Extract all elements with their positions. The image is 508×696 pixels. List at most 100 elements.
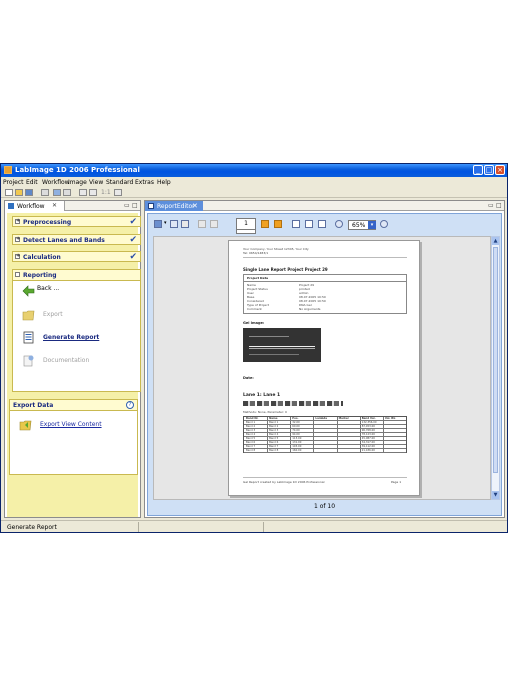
- page-view-icon[interactable]: [292, 220, 300, 228]
- minimize-view-icon[interactable]: ▭: [488, 202, 494, 209]
- gel-image-label: Gel Image:: [243, 321, 265, 325]
- image-icon[interactable]: [63, 189, 71, 196]
- maximize-button[interactable]: □: [484, 165, 494, 175]
- minimize-button[interactable]: _: [473, 165, 483, 175]
- table-cell: Band 4: [269, 433, 279, 436]
- menu-project[interactable]: Project: [3, 179, 24, 186]
- zoom-out-icon[interactable]: [335, 220, 343, 228]
- menu-bar: Project Edit Workflow Image View Standar…: [1, 177, 507, 187]
- close-tab-icon[interactable]: ✕: [192, 202, 198, 210]
- prev-page-icon[interactable]: [210, 220, 218, 228]
- menu-extras[interactable]: Extras: [135, 179, 154, 186]
- close-button[interactable]: ×: [495, 165, 505, 175]
- vertical-scrollbar[interactable]: ▲ ▼: [491, 236, 500, 500]
- undo-icon[interactable]: [79, 189, 87, 196]
- table-cell: 32.00: [292, 421, 300, 424]
- menu-view[interactable]: View: [89, 179, 103, 186]
- new-icon[interactable]: [5, 189, 13, 196]
- step-calculation[interactable]: + Calculation ✔: [12, 251, 141, 262]
- save-icon[interactable]: [154, 220, 162, 228]
- menu-edit[interactable]: Edit: [26, 179, 38, 186]
- step-detect-lanes[interactable]: + Detect Lanes and Bands ✔: [12, 234, 141, 245]
- check-icon[interactable]: [53, 189, 61, 196]
- menu-workflow[interactable]: Workflow: [42, 179, 70, 186]
- print-icon[interactable]: [41, 189, 49, 196]
- step-preprocessing[interactable]: + Preprocessing ✔: [12, 216, 141, 227]
- table-cell: Band 5: [246, 437, 256, 440]
- table-row: Band 8 Band 8 160.00 21,436.00: [244, 449, 406, 453]
- print-icon[interactable]: [170, 220, 178, 228]
- menu-image[interactable]: Image: [68, 179, 87, 186]
- app-icon: [4, 166, 12, 174]
- zoom-dropdown-icon[interactable]: ▾: [368, 221, 376, 229]
- zoom-one-to-one[interactable]: 1:1: [101, 189, 111, 196]
- scroll-down-icon[interactable]: ▼: [492, 491, 499, 499]
- bands-table: Band Nr. Name Pos. Lambda Marker Band Vol. Vol…: [243, 416, 407, 453]
- table-header-cell: Band Nr.: [246, 417, 259, 420]
- tab-workflow[interactable]: Workflow ✕: [5, 201, 65, 211]
- project-data-box: Project Data Name Project 29 Project Sta…: [243, 274, 407, 314]
- edit-icon[interactable]: [181, 220, 189, 228]
- fit-icon[interactable]: [114, 189, 122, 196]
- table-cell: Band 2: [246, 425, 256, 428]
- menu-standard[interactable]: Standard: [106, 179, 133, 186]
- table-cell: 87,453.00: [361, 425, 375, 428]
- workflow-icon: [8, 203, 14, 209]
- table-cell: Band 1: [246, 421, 256, 424]
- reporting-section: Reporting Back ... Export Generate Repor…: [12, 269, 141, 392]
- export-view-content-label: Export View Content: [40, 421, 102, 428]
- reporting-documentation[interactable]: Documentation: [13, 352, 140, 370]
- field-comment-value: No Arguments: [299, 307, 321, 311]
- first-page-icon[interactable]: [198, 220, 206, 228]
- table-cell: 39,112.00: [361, 445, 375, 448]
- maximize-view-icon[interactable]: □: [132, 202, 138, 209]
- save-dropdown-icon[interactable]: ▾: [164, 220, 167, 226]
- menu-help[interactable]: Help: [157, 179, 171, 186]
- expand-icon[interactable]: +: [15, 254, 20, 259]
- page-number-input[interactable]: 1: [236, 218, 256, 230]
- table-cell: 78,123.00: [361, 433, 375, 436]
- table-cell: Band 7: [246, 445, 256, 448]
- scroll-up-icon[interactable]: ▲: [492, 237, 499, 245]
- help-icon[interactable]: ?: [126, 401, 134, 409]
- export-view-content[interactable]: Export View Content: [10, 416, 137, 434]
- open-icon[interactable]: [15, 189, 23, 196]
- methods-text: Methods: None, Parameter: 0: [243, 410, 287, 414]
- redo-icon[interactable]: [89, 189, 97, 196]
- title-bar: LabImage 1D 2006 Professional _ □ ×: [1, 164, 507, 177]
- doc-footer-left: Gel Report created by LabImage 1D 2006 P…: [243, 480, 325, 484]
- reporting-header[interactable]: Reporting: [13, 270, 140, 281]
- reporting-generate-report-label: Generate Report: [43, 334, 100, 341]
- reporting-export-label: Export: [43, 311, 63, 318]
- table-header-cell: Name: [269, 417, 278, 420]
- fit-width-icon[interactable]: [318, 220, 326, 228]
- expand-icon[interactable]: +: [15, 219, 20, 224]
- table-cell: Band 7: [269, 445, 279, 448]
- last-page-icon[interactable]: [274, 220, 282, 228]
- reporting-generate-report[interactable]: Generate Report: [13, 329, 140, 347]
- table-column-divider: [313, 417, 315, 452]
- page-number-spinner[interactable]: [236, 230, 256, 234]
- field-comment-key: Comment: [247, 307, 262, 311]
- zoom-in-icon[interactable]: [380, 220, 388, 228]
- tab-report-editor[interactable]: ReportEditor ✕: [145, 201, 203, 211]
- reporting-back[interactable]: Back ...: [13, 282, 140, 300]
- close-tab-icon[interactable]: ✕: [52, 202, 57, 209]
- collapse-icon[interactable]: [15, 272, 20, 277]
- scroll-thumb[interactable]: [493, 247, 498, 473]
- minimize-view-icon[interactable]: ▭: [124, 202, 130, 209]
- page-info: 1 of 10: [313, 503, 336, 510]
- next-page-icon[interactable]: [261, 220, 269, 228]
- table-cell: Band 1: [269, 421, 279, 424]
- table-cell: Band 8: [246, 449, 256, 452]
- table-header-cell: Band Vol.: [361, 417, 376, 420]
- save-icon[interactable]: [25, 189, 33, 196]
- date-label: Date:: [243, 376, 254, 380]
- maximize-view-icon[interactable]: □: [496, 202, 502, 209]
- project-data-title: Project Data: [247, 276, 269, 280]
- reporting-export[interactable]: Export: [13, 306, 140, 324]
- fit-height-icon[interactable]: [305, 220, 313, 228]
- table-cell: Band 5: [269, 437, 279, 440]
- table-cell: 60.00: [292, 425, 300, 428]
- expand-icon[interactable]: +: [15, 237, 20, 242]
